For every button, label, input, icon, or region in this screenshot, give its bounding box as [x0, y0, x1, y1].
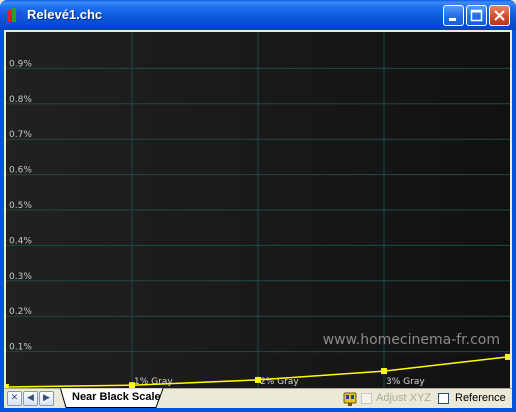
status-bar: ✕ ◀ ▶ Near Black Scale Adjust XYZ Refere…	[4, 388, 512, 408]
y-tick-label: 0.5%	[9, 201, 32, 211]
y-tick-label: 0.3%	[9, 272, 32, 282]
y-tick-label: 0.2%	[9, 307, 32, 317]
x-tick-label: 3% Gray	[386, 377, 425, 387]
title-bar[interactable]: Relevé1.chc	[0, 0, 516, 30]
maximize-icon	[470, 9, 483, 22]
near-black-chart[interactable]: 0.1% 0.2% 0.3% 0.4% 0.5% 0.6% 0.7% 0.8% 0.9% www.…	[6, 32, 510, 388]
minimize-icon	[449, 18, 456, 21]
probe-icon[interactable]	[342, 391, 358, 407]
bar-chart-icon[interactable]	[6, 7, 22, 23]
chart-canvas: 0.1% 0.2% 0.3% 0.4% 0.5% 0.6% 0.7% 0.8% 0.9% www.…	[6, 32, 510, 388]
close-button[interactable]	[489, 5, 510, 26]
minimize-button[interactable]	[443, 5, 464, 26]
close-icon	[494, 10, 505, 21]
reference-checkbox[interactable]	[438, 393, 449, 404]
data-point	[255, 376, 261, 383]
reference-label: Reference	[455, 392, 506, 404]
y-tick-label: 0.7%	[9, 130, 32, 140]
adjust-xyz-label: Adjust XYZ	[376, 392, 432, 404]
y-tick-label: 0.1%	[9, 343, 32, 353]
tab-label: Near Black Scale	[72, 391, 161, 403]
y-tick-label: 0.6%	[9, 166, 32, 176]
window-title: Relevé1.chc	[27, 7, 103, 22]
tab-near-black-scale[interactable]: Near Black Scale	[60, 388, 166, 408]
y-tick-label: 0.4%	[9, 236, 32, 246]
watermark-text: www.homecinema-fr.com	[323, 332, 500, 348]
next-sheet-button[interactable]: ▶	[39, 391, 54, 406]
previous-sheet-button[interactable]: ◀	[23, 391, 38, 406]
y-tick-label: 0.8%	[9, 95, 32, 105]
application-window: Relevé1.chc 0.1% 0.2% 0.3% 0.4% 0.5% 0.6% 0.7%…	[0, 0, 516, 412]
data-point	[505, 353, 510, 360]
adjust-xyz-checkbox[interactable]	[361, 393, 372, 404]
maximize-button[interactable]	[466, 5, 487, 26]
y-tick-label: 0.9%	[9, 59, 32, 69]
close-sheet-button[interactable]: ✕	[7, 391, 22, 406]
data-point	[381, 368, 387, 375]
window-client-area: 0.1% 0.2% 0.3% 0.4% 0.5% 0.6% 0.7% 0.8% 0.9% www.…	[4, 30, 512, 408]
